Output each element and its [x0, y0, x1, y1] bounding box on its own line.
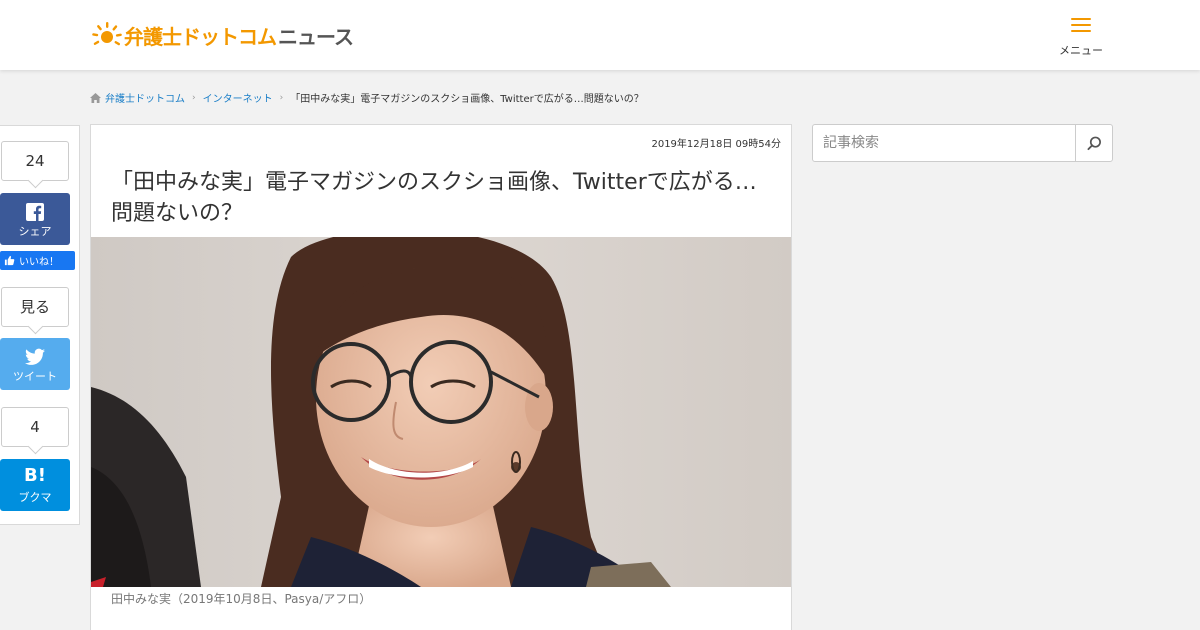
search-input[interactable]: [813, 125, 1075, 161]
facebook-share-count: 24: [1, 141, 69, 181]
article-title-line2: 問題ないの？: [111, 201, 244, 226]
search-button[interactable]: [1075, 125, 1112, 161]
chevron-right-icon: ›: [279, 92, 284, 103]
breadcrumb-link-home[interactable]: 弁護士ドットコム: [105, 90, 185, 105]
article-photo: [91, 237, 791, 587]
breadcrumb: 弁護士ドットコム › インターネット › 「田中みな実」電子マガジンのスクショ画…: [90, 90, 644, 105]
hatena-bookmark-label: ブクマ: [18, 491, 52, 504]
facebook-like-button[interactable]: いいね！: [0, 251, 75, 270]
like-label: いいね！: [19, 257, 59, 268]
hatena-bookmark-icon: B!: [24, 465, 46, 486]
hamburger-icon: [1071, 18, 1091, 32]
photo-caption: 田中みな実（2019年10月8日、Pasya/アフロ）: [111, 592, 372, 606]
article-title: 「田中みな実」電子マガジンのスクショ画像、Twitterで広がる… 問題ないの？: [111, 167, 771, 229]
facebook-share-label: シェア: [18, 225, 52, 238]
search-icon: [1086, 136, 1101, 150]
twitter-share-label: ツイート: [13, 370, 57, 383]
site-header: 弁護士ドットコム ニュース メニュー: [0, 0, 1200, 70]
facebook-icon: [26, 203, 44, 221]
menu-label: メニュー: [1059, 44, 1103, 57]
sun-icon: [92, 22, 122, 46]
article-date: 2019年12月18日 09時54分: [651, 139, 781, 150]
logo-text-primary: 弁護士ドットコム: [124, 24, 277, 49]
twitter-share-button[interactable]: ツイート: [0, 338, 70, 390]
menu-button[interactable]: メニュー: [1056, 18, 1106, 58]
home-icon: [90, 92, 101, 103]
site-logo[interactable]: 弁護士ドットコム ニュース: [92, 12, 354, 58]
facebook-share-button[interactable]: シェア: [0, 193, 70, 245]
thumbs-up-icon: [4, 255, 15, 266]
hatena-bookmark-count: 4: [1, 407, 69, 447]
search-box: [812, 124, 1113, 162]
breadcrumb-link-category[interactable]: インターネット: [203, 90, 273, 105]
chevron-right-icon: ›: [192, 92, 196, 103]
twitter-bird-icon: [25, 348, 45, 365]
article-card: 2019年12月18日 09時54分 「田中みな実」電子マガジンのスクショ画像、…: [90, 124, 792, 630]
hatena-bookmark-button[interactable]: B! ブクマ: [0, 459, 70, 511]
twitter-share-count[interactable]: 見る: [1, 287, 69, 327]
article-title-line1: 「田中みな実」電子マガジンのスクショ画像、Twitterで広がる…: [111, 170, 757, 195]
share-bar: 24 シェア いいね！ 見る ツイート 4 B! ブクマ: [0, 125, 80, 525]
logo-text-secondary: ニュース: [278, 24, 354, 49]
breadcrumb-current: 「田中みな実」電子マガジンのスクショ画像、Twitterで広がる…問題ないの？: [290, 94, 644, 105]
